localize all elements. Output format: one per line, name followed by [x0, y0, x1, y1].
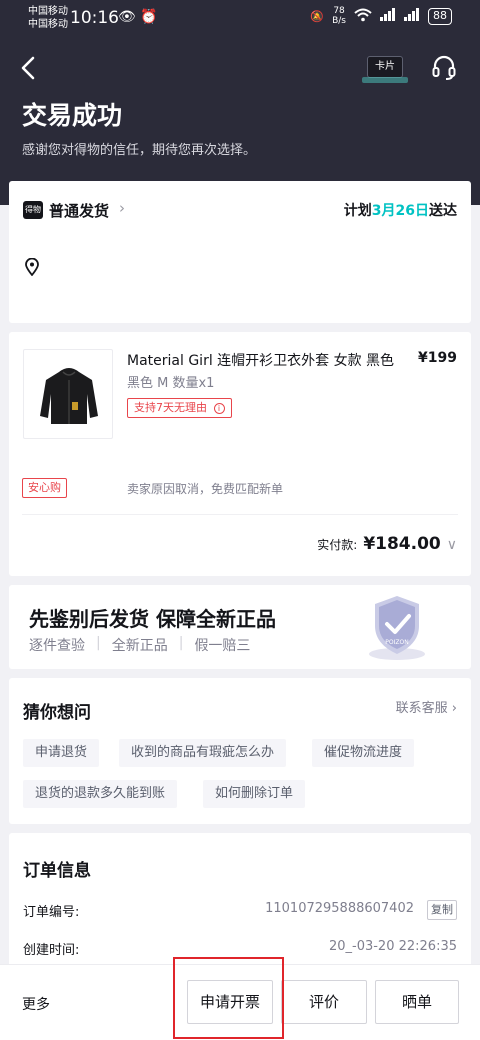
carrier-2: 中国移动: [28, 19, 68, 30]
delivery-plan: 计划3月26日送达: [344, 200, 457, 220]
product-name[interactable]: Material Girl 连帽开衫卫衣外套 女款 黑色: [127, 350, 394, 370]
contact-service-label: 联系客服: [395, 701, 448, 716]
chevron-down-icon[interactable]: ∨: [447, 537, 457, 553]
product-spec: 黑色 M 数量x1: [127, 376, 215, 391]
signal-icon-2: [404, 8, 420, 24]
faq-item[interactable]: 申请退货: [23, 739, 100, 767]
net-speed-value: 78: [333, 6, 345, 16]
copy-button[interactable]: 复制: [427, 900, 457, 920]
divider: [22, 514, 458, 515]
page-title: 交易成功: [22, 101, 123, 130]
paid-amount-row[interactable]: 实付款: ¥184.00 ∨: [317, 534, 457, 554]
authentication-banner[interactable]: 先鉴别后发货 保障全新正品 逐件查验 | 全新正品 | 假一赔三 POIZON: [9, 585, 471, 669]
chevron-right-icon: ›: [451, 701, 457, 716]
contact-service-link[interactable]: 联系客服 ›: [396, 697, 457, 716]
net-speed: 78 B/s: [332, 6, 346, 26]
faq-item[interactable]: 退货的退款多久能到账: [23, 780, 178, 808]
chevron-right-icon[interactable]: ›: [119, 199, 125, 217]
product-image[interactable]: [23, 349, 113, 439]
auth-feature: 全新正品: [111, 638, 168, 654]
page-subtitle: 感谢您对得物的信任，期待您再次选择。: [22, 143, 257, 158]
mute-icon: 🔕: [310, 9, 325, 23]
status-icons-right: 🔕 78 B/s 88: [310, 6, 452, 26]
share-order-button[interactable]: 晒单: [375, 980, 459, 1024]
faq-title: 猜你想问: [23, 703, 91, 723]
battery-indicator: 88: [428, 7, 452, 25]
location-pin-icon: [25, 257, 39, 277]
info-icon: i: [213, 402, 225, 414]
separator: |: [96, 635, 101, 651]
faq-item[interactable]: 催促物流进度: [312, 739, 415, 767]
order-number-value: 110107295888607402: [265, 901, 414, 916]
plan-prefix: 计划: [343, 203, 372, 219]
created-time-label: 创建时间:: [23, 943, 80, 958]
order-number-label: 订单编号:: [23, 905, 80, 920]
review-button[interactable]: 评价: [281, 980, 367, 1024]
separator: |: [178, 635, 184, 651]
safe-purchase-text: 卖家原因取消，免费匹配新单: [127, 482, 284, 496]
product-price: ¥199: [418, 350, 457, 366]
chevron-left-icon: [21, 56, 35, 80]
status-icons-left: 👁 ⏰: [118, 9, 158, 25]
highlight-box: [173, 957, 284, 1039]
plan-date: 3月26日: [371, 203, 429, 219]
carrier-labels: 中国移动 中国移动: [28, 5, 68, 31]
shipping-card: 得物 普通发货 › 计划3月26日送达: [9, 181, 471, 323]
auth-headline: 先鉴别后发货 保障全新正品: [29, 607, 276, 631]
status-time: 10:16: [70, 8, 119, 28]
auth-feature: 假一赔三: [194, 638, 251, 654]
headset-icon: [432, 55, 456, 80]
card-decoration: [362, 77, 408, 83]
carrier-1: 中国移动: [28, 6, 68, 17]
net-speed-unit: B/s: [332, 16, 346, 26]
plan-suffix: 送达: [429, 203, 457, 219]
shield-text: POIZON: [385, 639, 408, 646]
product-card[interactable]: Material Girl 连帽开衫卫衣外套 女款 黑色 ¥199 黑色 M 数…: [9, 332, 471, 576]
faq-item[interactable]: 如何删除订单: [203, 780, 306, 808]
status-bar: 中国移动 中国移动 10:16 👁 ⏰ 🔕 78 B/s 88: [0, 0, 480, 38]
faq-item[interactable]: 收到的商品有瑕疵怎么办: [119, 739, 287, 767]
safe-purchase-tag: 安心购: [22, 478, 67, 498]
shipping-type[interactable]: 普通发货: [49, 200, 109, 221]
return-policy-label: 支持7天无理由: [134, 401, 207, 414]
faq-card: 猜你想问 联系客服 › 申请退货 收到的商品有瑕疵怎么办 催促物流进度 退货的退…: [9, 678, 471, 824]
order-info-title: 订单信息: [23, 861, 91, 881]
eye-icon: 👁: [118, 9, 136, 25]
paid-amount: ¥184.00: [363, 534, 441, 554]
wifi-icon: [354, 8, 372, 25]
header: 中国移动 中国移动 10:16 👁 ⏰ 🔕 78 B/s 88 卡片 交易成功 …: [0, 0, 480, 205]
signal-icon-1: [380, 8, 396, 24]
shield-check-icon: POIZON: [357, 590, 437, 666]
created-time-value: 20_-03-20 22:26:35: [328, 939, 457, 954]
auth-feature: 逐件查验: [29, 638, 85, 654]
return-policy-tag[interactable]: 支持7天无理由 i: [127, 398, 232, 418]
card-button[interactable]: 卡片: [367, 56, 403, 78]
alarm-icon: ⏰: [140, 9, 158, 25]
dewu-logo: 得物: [23, 201, 43, 219]
paid-label: 实付款:: [317, 538, 358, 552]
more-button[interactable]: 更多: [22, 994, 50, 1014]
back-button[interactable]: [18, 55, 40, 81]
auth-features: 逐件查验 | 全新正品 | 假一赔三: [29, 635, 250, 655]
customer-service-button[interactable]: [432, 55, 456, 81]
